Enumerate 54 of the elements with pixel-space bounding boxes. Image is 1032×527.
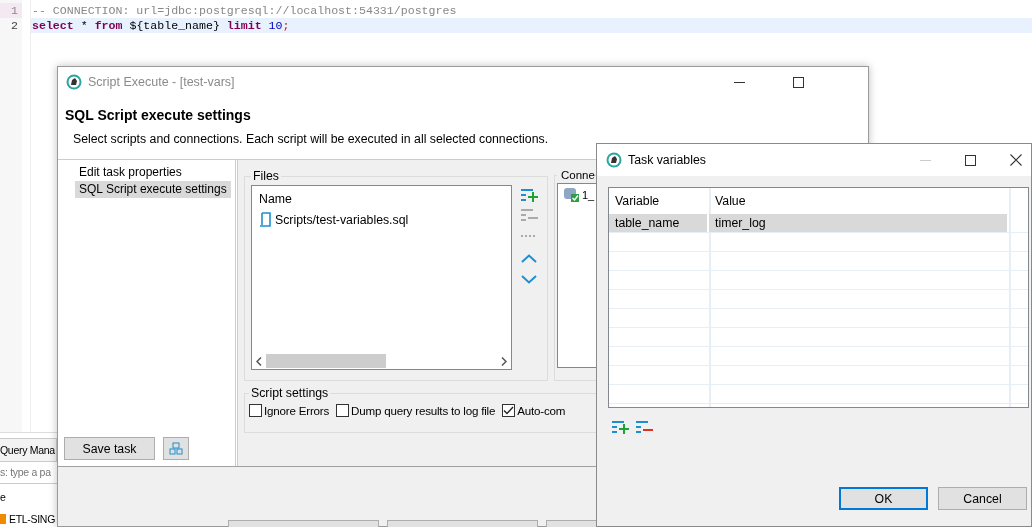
add-row-icon[interactable]	[612, 420, 630, 434]
chevron-down-icon[interactable]	[521, 275, 537, 284]
nav-item[interactable]: SQL Script execute settings	[75, 181, 231, 198]
scroll-right-icon[interactable]	[501, 356, 507, 366]
window-title: Task variables	[628, 153, 706, 167]
maximize-icon[interactable]	[965, 154, 976, 166]
dialog-button[interactable]	[546, 520, 597, 527]
checkbox-label: Dump query results to log file	[351, 404, 496, 417]
panel-tab[interactable]: Query Mana	[0, 438, 57, 462]
nav-item[interactable]: Edit task properties	[75, 164, 186, 181]
window-title: Script Execute - [test-vars]	[88, 75, 235, 89]
cancel-button[interactable]: Cancel	[938, 487, 1027, 510]
line-number: 1	[0, 3, 22, 18]
checkbox-label: Auto-com	[517, 404, 566, 417]
group-title: Conne	[560, 169, 595, 181]
ok-button[interactable]: OK	[839, 487, 928, 510]
table-cell[interactable]: timer_log	[709, 214, 1007, 232]
script-file-icon	[259, 212, 271, 228]
table-cell[interactable]: table_name	[609, 214, 707, 232]
tree-header: e	[0, 490, 6, 503]
deploy-button[interactable]	[163, 437, 189, 460]
chevron-up-icon[interactable]	[521, 254, 537, 263]
app-logo-icon	[606, 152, 622, 168]
dialog-button[interactable]	[228, 520, 379, 527]
database-check-icon	[564, 187, 580, 203]
group-title: Files	[252, 169, 280, 183]
close-icon[interactable]	[1010, 154, 1022, 166]
column-header: Variable	[614, 193, 661, 210]
column-header: Value	[714, 193, 747, 210]
boxes-icon	[169, 441, 183, 456]
file-item[interactable]: Scripts/test-variables.sql	[275, 213, 409, 227]
checkbox[interactable]	[502, 404, 516, 417]
line-number: 2	[10, 18, 19, 33]
checkbox[interactable]	[336, 404, 350, 417]
app-logo-icon	[66, 74, 82, 90]
tree-item[interactable]: ETL-SING	[9, 512, 56, 525]
checkbox-label: Ignore Errors	[264, 404, 330, 417]
group-title: Script settings	[250, 386, 330, 400]
page-heading: SQL Script execute settings	[65, 107, 252, 125]
minimize-icon[interactable]	[734, 81, 745, 83]
save-task-button[interactable]: Save task	[64, 437, 155, 460]
remove-row-icon[interactable]	[521, 208, 539, 222]
dialog-button[interactable]	[387, 520, 538, 527]
remove-row-icon[interactable]	[636, 420, 654, 434]
check-mark-icon	[503, 406, 515, 415]
add-row-icon[interactable]	[521, 188, 539, 202]
maximize-icon[interactable]	[793, 76, 804, 88]
page-description: Select scripts and connections. Each script will be executed in all selected connections.	[73, 132, 550, 146]
code-line: -- CONNECTION: url=jdbc:postgresql://localhost:54331/postgres	[31, 3, 458, 18]
folder-icon	[0, 513, 6, 524]
connection-item[interactable]: 1_	[582, 189, 595, 201]
scroll-left-icon[interactable]	[256, 356, 262, 366]
checkbox[interactable]	[249, 404, 262, 417]
column-header: Name	[258, 191, 293, 208]
